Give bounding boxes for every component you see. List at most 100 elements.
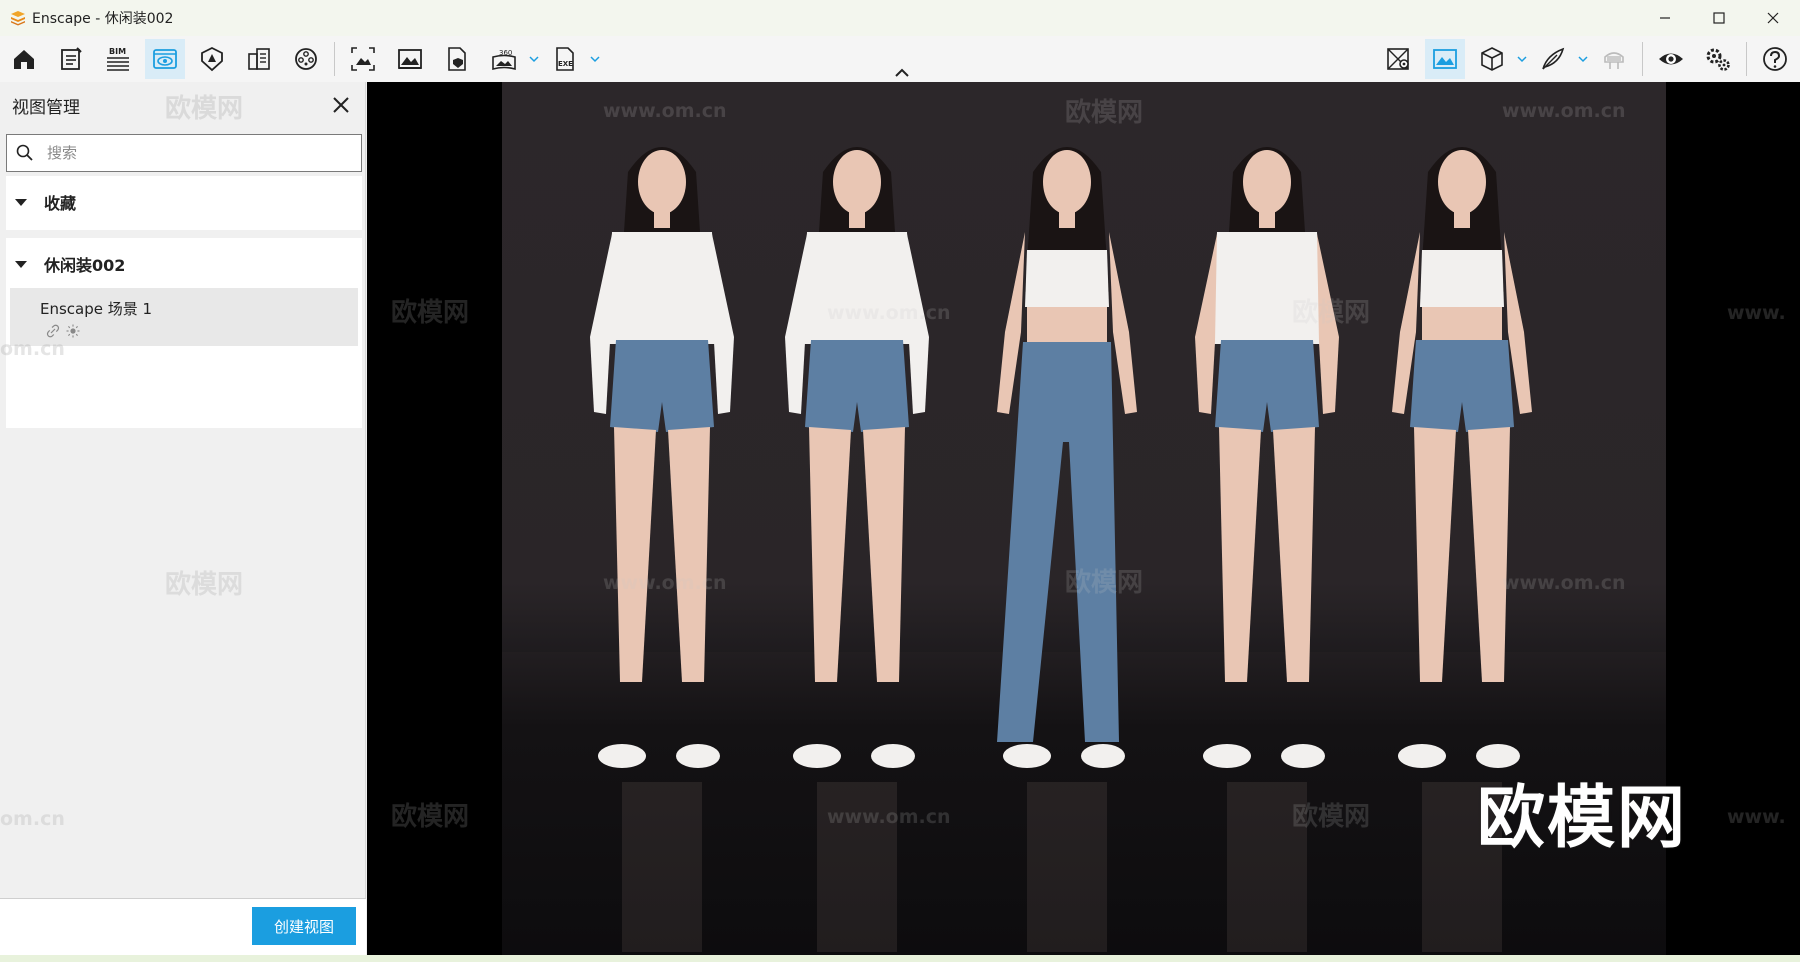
watermark-url: om.cn [0,338,65,360]
image-button[interactable] [390,39,430,79]
watermark-text: 欧模网 [1065,568,1144,598]
link-icon [46,324,60,338]
brand-watermark: 欧模网 [1477,779,1688,858]
help-button[interactable] [1755,39,1795,79]
toolbar-separator [1642,42,1643,76]
sun-icon [66,324,80,338]
cube-button[interactable] [1472,39,1512,79]
project-label: 休闲装002 [44,256,126,275]
panel-title: 视图管理 [12,98,80,118]
minimize-icon [1660,17,1670,19]
help-icon [1763,47,1787,71]
minimize-button[interactable] [1638,0,1692,36]
search-input[interactable] [47,144,347,162]
watermark-url: www.om.cn [603,100,727,122]
watermark-url: www.om.cn [1502,100,1626,122]
video-editor-button[interactable] [286,39,326,79]
render-viewport[interactable]: www.om.cn 欧模网 www.om.cn 欧模网 www.om.cn 欧模… [367,82,1800,955]
enscape-logo-icon [11,11,25,26]
window-bottom-edge [0,955,1800,962]
panel-footer: 创建视图 [0,898,366,962]
cube-dropdown[interactable] [1515,50,1529,68]
home-button[interactable] [4,39,44,79]
project-group: 休闲装002 Enscape 场景 1 [6,238,362,428]
chevron-down-icon [590,56,600,63]
settings-button[interactable] [1698,39,1738,79]
watermark-url: www.om.cn [827,806,951,828]
asset-library-button[interactable] [51,39,91,79]
bim-icon: BIM [107,47,129,71]
brush-dropdown[interactable] [1576,50,1590,68]
screenshot-button[interactable] [343,39,383,79]
home-icon [14,50,34,69]
eye-icon [1659,53,1683,65]
watermark-text: 欧模网 [165,94,244,124]
watermark-text: 欧模网 [391,802,470,832]
image-icon [398,49,422,69]
maximize-icon [1713,12,1725,24]
shield-eye-icon [201,46,223,72]
building-button[interactable] [239,39,279,79]
picture-frame-icon [1433,49,1457,69]
gears-icon [1706,48,1730,71]
model-figure [785,147,929,952]
watermark-text: 欧模网 [1065,98,1144,128]
close-icon [1767,12,1779,24]
vr-headset-icon [1604,52,1624,69]
watermark-url: www.om.cn [1502,572,1626,594]
vr-button[interactable] [1594,39,1634,79]
search-icon [16,144,33,161]
watermark-url: www.om.cn [827,302,951,324]
brush-button[interactable] [1533,39,1573,79]
svg-text:EXE: EXE [558,60,573,68]
map-button[interactable] [1378,39,1418,79]
watermark-text: 欧模网 [1292,298,1371,328]
panorama-dropdown[interactable] [527,50,541,68]
close-icon [333,97,349,113]
file-shield-icon [448,47,466,71]
model-figure [997,147,1137,952]
svg-text:BIM: BIM [109,47,126,56]
frame-image-icon [351,47,375,71]
panorama-button[interactable]: 360 [484,39,524,79]
project-header[interactable]: 休闲装002 [6,238,362,290]
eye-window-icon [153,49,177,69]
atmosphere-button[interactable] [192,39,232,79]
favorites-group: 收藏 [6,176,362,230]
toolbar-separator [334,42,335,76]
view-item-label: Enscape 场景 1 [40,300,153,318]
notebook-icon [61,47,82,70]
window-title: Enscape - 休闲装002 [32,11,174,27]
favorites-header[interactable]: 收藏 [6,176,362,228]
material-button[interactable] [1425,39,1465,79]
caret-down-icon [15,199,27,206]
map-pin-icon [1387,48,1409,70]
maximize-button[interactable] [1692,0,1746,36]
view-management-button[interactable] [145,39,185,79]
film-reel-icon [295,48,317,70]
view-management-panel: 视图管理 收藏 休闲装002 Enscape 场景 1 [0,82,366,962]
watermark-url: www. [1727,302,1786,324]
close-panel-button[interactable] [328,92,354,118]
file-exe-icon: EXE [556,47,574,71]
exe-dropdown[interactable] [588,50,602,68]
web-standalone-button[interactable] [437,39,477,79]
model-figure [590,147,734,952]
search-box [6,134,362,172]
favorites-label: 收藏 [44,194,77,213]
watermark-url: www. [1727,806,1786,828]
bim-button[interactable]: BIM [98,39,138,79]
feather-icon [1542,47,1565,70]
exe-export-button[interactable]: EXE [545,39,585,79]
watermark-text: 欧模网 [391,298,470,328]
watermark-text: 欧模网 [165,570,244,600]
create-view-button[interactable]: 创建视图 [252,907,356,945]
toolbar-separator [1746,42,1747,76]
visual-settings-button[interactable] [1651,39,1691,79]
panorama-360-icon: 360 [492,49,516,71]
caret-down-icon [15,261,27,268]
chevron-down-icon [1517,56,1527,63]
close-window-button[interactable] [1746,0,1800,36]
collapse-toolbar-button[interactable] [892,66,912,80]
enscape-window: Enscape - 休闲装002 BIM 360 EXE 视图管理 搜索 收藏 … [0,0,1800,962]
